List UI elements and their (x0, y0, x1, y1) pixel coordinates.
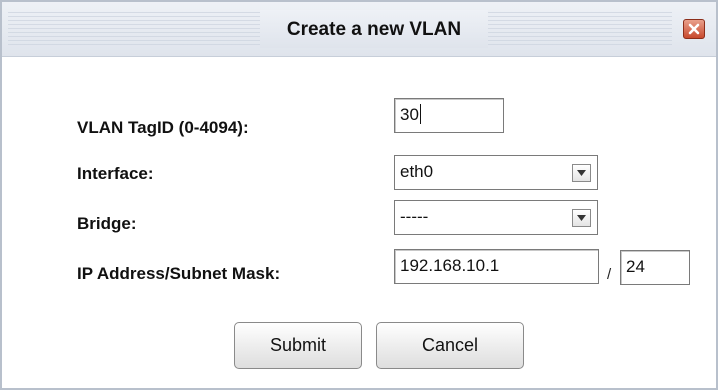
chevron-down-icon (577, 170, 586, 176)
interface-selected-value: eth0 (400, 162, 434, 181)
bridge-label: Bridge: (77, 214, 137, 233)
ip-address-input[interactable]: 192.168.10.1 (394, 249, 599, 284)
vlan-tag-input[interactable]: 30 (394, 98, 504, 133)
subnet-mask-input[interactable]: 24 (620, 250, 690, 285)
ip-address-label: IP Address/Subnet Mask: (77, 264, 281, 283)
vlan-tag-value: 30 (400, 105, 419, 124)
dropdown-arrow-button[interactable] (572, 164, 591, 182)
create-vlan-dialog: Create a new VLAN VLAN TagID (0-4094): 3… (0, 0, 718, 390)
close-x-icon (688, 23, 700, 35)
title-bar[interactable]: Create a new VLAN (2, 2, 716, 57)
subnet-separator: / (607, 266, 612, 283)
interface-label: Interface: (77, 164, 154, 183)
submit-button[interactable]: Submit (234, 322, 362, 369)
bridge-select[interactable]: ----- (394, 200, 598, 235)
bridge-selected-value: ----- (400, 207, 429, 226)
chevron-down-icon (577, 215, 586, 221)
dialog-title: Create a new VLAN (286, 19, 462, 40)
text-caret (419, 104, 421, 124)
dropdown-arrow-button[interactable] (572, 209, 591, 227)
cancel-button[interactable]: Cancel (376, 322, 524, 369)
vlan-tag-label: VLAN TagID (0-4094): (77, 118, 249, 137)
close-button[interactable] (683, 19, 705, 39)
interface-select[interactable]: eth0 (394, 155, 598, 190)
